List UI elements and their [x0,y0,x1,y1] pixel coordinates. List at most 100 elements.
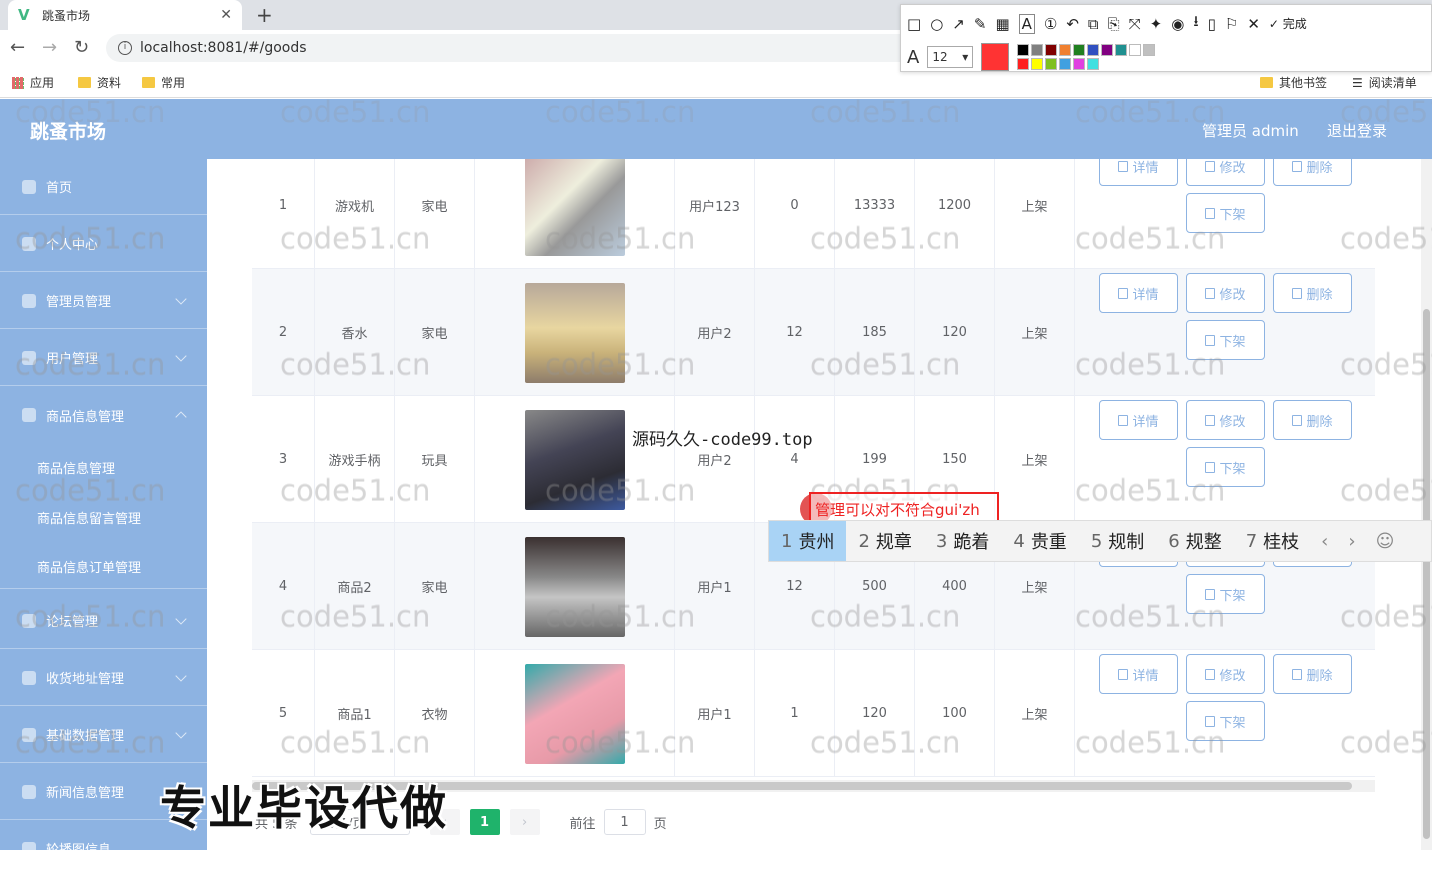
arrow-tool-icon[interactable]: ↗ [952,15,965,33]
sidebar-item-home[interactable]: 首页 [0,159,207,215]
ime-candidate[interactable]: 7 桂枝 [1234,521,1311,561]
site-info-icon[interactable]: i [118,41,132,55]
goods-image[interactable] [524,159,625,256]
color-swatch[interactable] [1045,44,1058,56]
sidebar-item-address[interactable]: 收货地址管理 [0,650,207,706]
offshelf-button[interactable]: 下架 [1186,701,1265,741]
bookmark-apps[interactable]: 应用 [12,74,54,91]
sidebar-item-basic-data[interactable]: 基础数据管理 [0,707,207,763]
offshelf-button[interactable]: 下架 [1186,320,1265,360]
delete-button[interactable]: 删除 [1273,159,1352,186]
copy-icon[interactable]: ⎘ [1108,15,1120,33]
forward-icon[interactable]: → [42,37,57,58]
current-color-swatch[interactable] [981,43,1010,71]
rect-tool-icon[interactable]: □ [907,15,921,33]
color-swatch[interactable] [1087,44,1100,56]
sidebar-item-forum[interactable]: 论坛管理 [0,593,207,649]
color-swatch[interactable] [1115,44,1128,56]
bookmark-reading-list[interactable]: ☰ 阅读清单 [1352,74,1417,91]
edit-button[interactable]: 修改 [1186,159,1265,186]
goods-image[interactable] [524,663,625,764]
done-button[interactable]: ✓ 完成 [1269,15,1307,32]
color-swatch[interactable] [1087,58,1100,70]
edit-button[interactable]: 修改 [1186,400,1265,440]
phone-icon[interactable]: ▯ [1208,15,1216,33]
ime-candidate[interactable]: 6 规整 [1156,521,1233,561]
sidebar-subitem-goods-orders[interactable]: 商品信息订单管理 [0,545,207,589]
next-page-button[interactable]: › [509,809,540,835]
sidebar-item-profile[interactable]: 个人中心 [0,216,207,272]
edit-button[interactable]: 修改 [1186,273,1265,313]
goto-page-input[interactable]: 1 [603,809,646,835]
ime-candidate[interactable]: 2 规章 [846,521,923,561]
ime-candidate[interactable]: 1 贵州 [769,521,847,561]
reload-icon[interactable]: ↻ [74,37,89,58]
goods-image[interactable] [524,282,625,383]
vertical-scrollbar[interactable] [1421,159,1432,850]
offshelf-button[interactable]: 下架 [1186,193,1265,233]
mosaic-tool-icon[interactable]: ▦ [995,15,1009,33]
pen-tool-icon[interactable]: ✎ [974,15,987,33]
font-size-select[interactable]: 12 ▾ [927,46,974,68]
sidebar-subitem-goods[interactable]: 商品信息管理 [0,445,207,489]
tab-title: 跳蚤市场 [42,8,91,23]
sidebar-subitem-goods-comments[interactable]: 商品信息留言管理 [0,495,207,539]
screenshot-pin-icon[interactable]: ⧉ [1088,15,1099,33]
delete-button[interactable]: 删除 [1273,273,1352,313]
color-swatch[interactable] [1143,44,1156,56]
ime-next-icon[interactable]: › [1338,531,1365,552]
back-icon[interactable]: ← [10,37,25,58]
delete-button[interactable]: 删除 [1273,654,1352,694]
color-swatch[interactable] [1045,58,1058,70]
expand-icon[interactable]: ⤧ [1129,15,1141,33]
goods-image[interactable] [524,409,625,510]
color-swatch[interactable] [1017,44,1030,56]
offshelf-button[interactable]: 下架 [1186,447,1265,487]
edit-button[interactable]: 修改 [1186,654,1265,694]
detail-button[interactable]: 详情 [1099,654,1178,694]
color-swatch[interactable] [1129,44,1142,56]
ellipse-tool-icon[interactable]: ○ [930,15,943,33]
color-swatch[interactable] [1101,44,1114,56]
download-icon[interactable]: ⭳ [1193,11,1198,36]
color-swatch[interactable] [1031,44,1044,56]
color-palette[interactable] [1017,44,1156,70]
ime-candidate[interactable]: 5 规制 [1079,521,1156,561]
color-swatch[interactable] [1031,58,1044,70]
ime-prev-icon[interactable]: ‹ [1311,531,1338,552]
detail-button[interactable]: 详情 [1099,273,1178,313]
bookmark-folder[interactable]: 资料 [78,74,121,91]
color-swatch[interactable] [1073,58,1086,70]
record-icon[interactable]: ◉ [1171,15,1184,33]
color-swatch[interactable] [1073,44,1086,56]
emoji-icon[interactable]: ☺ [1366,531,1405,552]
cancel-icon[interactable]: ✕ [1247,15,1260,33]
chevron-down-icon [175,293,187,305]
detail-button[interactable]: 详情 [1099,159,1178,186]
color-swatch[interactable] [1059,44,1072,56]
sidebar-item-users[interactable]: 用户管理 [0,330,207,386]
bookmark-icon[interactable]: ⚐ [1225,15,1238,33]
offshelf-button[interactable]: 下架 [1186,574,1265,614]
color-swatch[interactable] [1059,58,1072,70]
page-number-current[interactable]: 1 [469,809,500,835]
scrollbar-thumb[interactable] [1423,309,1430,839]
tab-close-icon[interactable]: ✕ [220,7,232,23]
pin-icon[interactable]: ✦ [1150,15,1163,33]
number-tool-icon[interactable]: ① [1044,15,1057,33]
ime-candidate[interactable]: 3 跪着 [924,521,1001,561]
bookmark-other[interactable]: 其他书签 [1260,74,1327,91]
logout-link[interactable]: 退出登录 [1327,120,1387,141]
text-tool-icon[interactable]: A [1018,13,1035,34]
sidebar-item-admin[interactable]: 管理员管理 [0,273,207,329]
undo-icon[interactable]: ↶ [1066,15,1079,33]
browser-tab[interactable]: V 跳蚤市场 ✕ [8,0,242,30]
goods-image[interactable] [524,536,625,637]
ime-candidate[interactable]: 4 贵重 [1001,521,1078,561]
color-swatch[interactable] [1017,58,1030,70]
detail-button[interactable]: 详情 [1099,400,1178,440]
new-tab-icon[interactable]: + [256,3,273,27]
delete-button[interactable]: 删除 [1273,400,1352,440]
sidebar-item-goods[interactable]: 商品信息管理 [0,387,207,443]
bookmark-folder[interactable]: 常用 [142,74,185,91]
